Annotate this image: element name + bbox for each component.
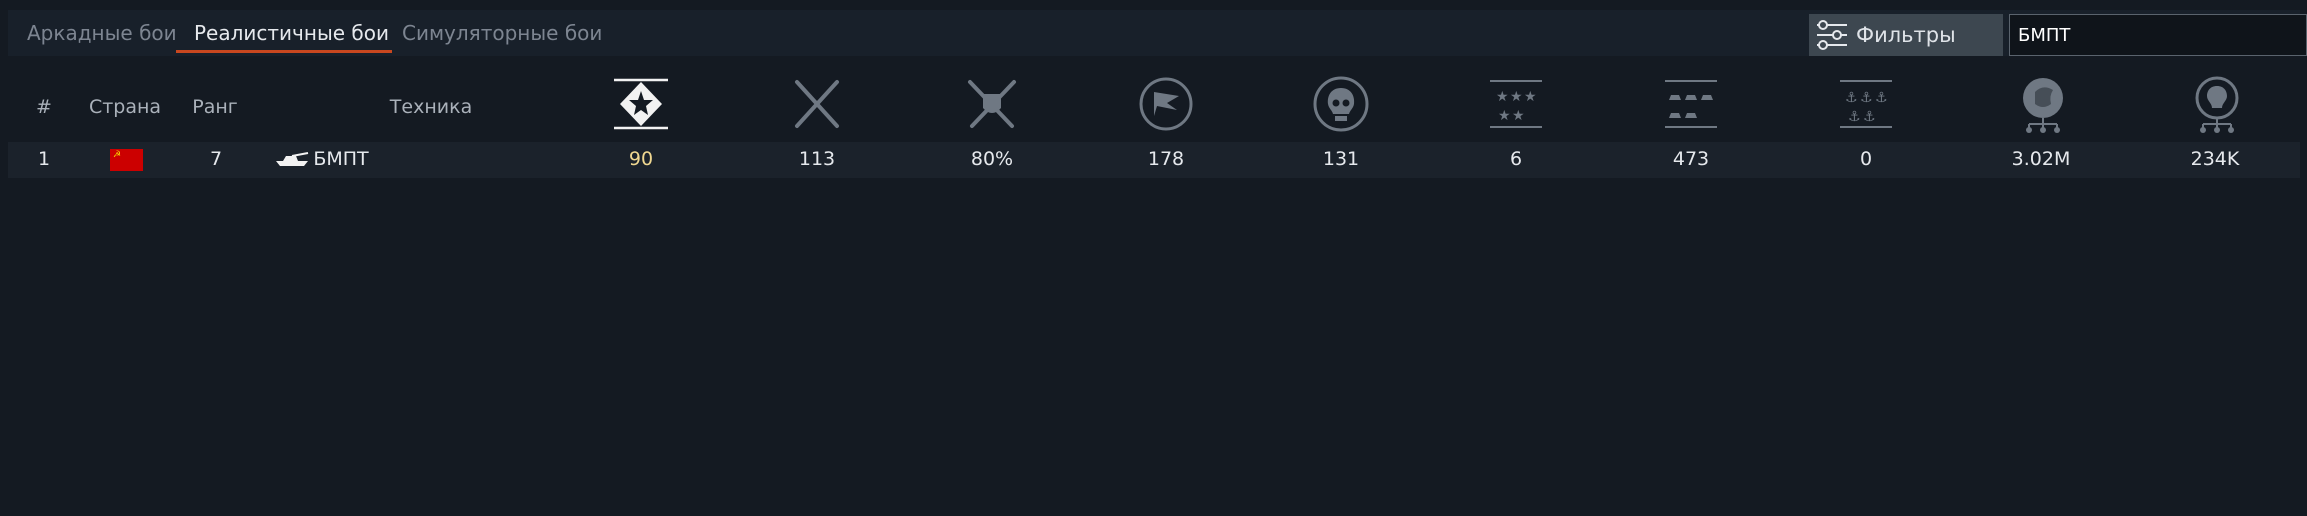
lightbulb-icon[interactable] xyxy=(2189,76,2245,134)
svg-text:⚓: ⚓ xyxy=(1875,90,1888,106)
skull-icon[interactable] xyxy=(1313,76,1369,132)
stat-research: 234K xyxy=(2190,148,2240,170)
stat-rating: 90 xyxy=(628,148,654,170)
active-tab-indicator xyxy=(176,50,392,53)
col-vehicle-header[interactable]: Техника xyxy=(390,96,472,118)
filters-button[interactable]: Фильтры xyxy=(1809,14,2003,56)
crossed-swords-icon[interactable] xyxy=(791,76,843,132)
svg-text:⚓: ⚓ xyxy=(1848,109,1861,125)
row-rank: 7 xyxy=(209,148,223,170)
col-country-header[interactable]: Страна xyxy=(89,96,161,118)
naval-units-icon[interactable]: ⚓ ⚓ ⚓ ⚓ ⚓ xyxy=(1838,76,1894,132)
stat-deaths: 131 xyxy=(1322,148,1360,170)
mode-tabs-bar: Аркадные бои Реалистичные бои Симуляторн… xyxy=(8,10,2307,56)
col-rank-header[interactable]: Ранг xyxy=(192,96,238,118)
tank-icon xyxy=(276,152,309,166)
tab-arcade[interactable]: Аркадные бои xyxy=(27,10,177,56)
row-vehicle-name[interactable]: БМПТ xyxy=(313,148,368,170)
filters-label: Фильтры xyxy=(1856,23,1956,47)
stat-lion: 3.02M xyxy=(2011,148,2071,170)
lion-icon[interactable] xyxy=(2015,76,2071,134)
stat-ground-kills: 473 xyxy=(1672,148,1710,170)
svg-text:★: ★ xyxy=(1512,108,1525,124)
svg-text:⚓: ⚓ xyxy=(1845,90,1858,106)
svg-text:⚓: ⚓ xyxy=(1860,90,1873,106)
stat-win-rate: 80% xyxy=(970,148,1014,170)
ground-units-icon[interactable] xyxy=(1663,76,1719,132)
rating-star-icon[interactable] xyxy=(612,76,670,132)
swords-shield-icon[interactable] xyxy=(965,76,1019,132)
row-index: 1 xyxy=(37,148,51,170)
stars-icon[interactable]: ★ ★ ★ ★ ★ xyxy=(1488,76,1544,132)
stat-stars: 6 xyxy=(1509,148,1523,170)
svg-text:★: ★ xyxy=(1498,108,1511,124)
search-input[interactable] xyxy=(2009,14,2307,56)
svg-text:★: ★ xyxy=(1510,89,1523,105)
flag-icon[interactable] xyxy=(1139,76,1193,132)
stat-flag: 178 xyxy=(1147,148,1185,170)
stat-naval-kills: 0 xyxy=(1859,148,1873,170)
svg-text:⚓: ⚓ xyxy=(1863,109,1876,125)
sliders-icon xyxy=(1817,20,1847,50)
col-index-header[interactable]: # xyxy=(36,96,52,118)
svg-text:★: ★ xyxy=(1524,89,1537,105)
tab-simulator[interactable]: Симуляторные бои xyxy=(402,10,602,56)
svg-text:★: ★ xyxy=(1496,89,1509,105)
ussr-flag: ☭ xyxy=(110,149,143,171)
stat-battles: 113 xyxy=(798,148,836,170)
